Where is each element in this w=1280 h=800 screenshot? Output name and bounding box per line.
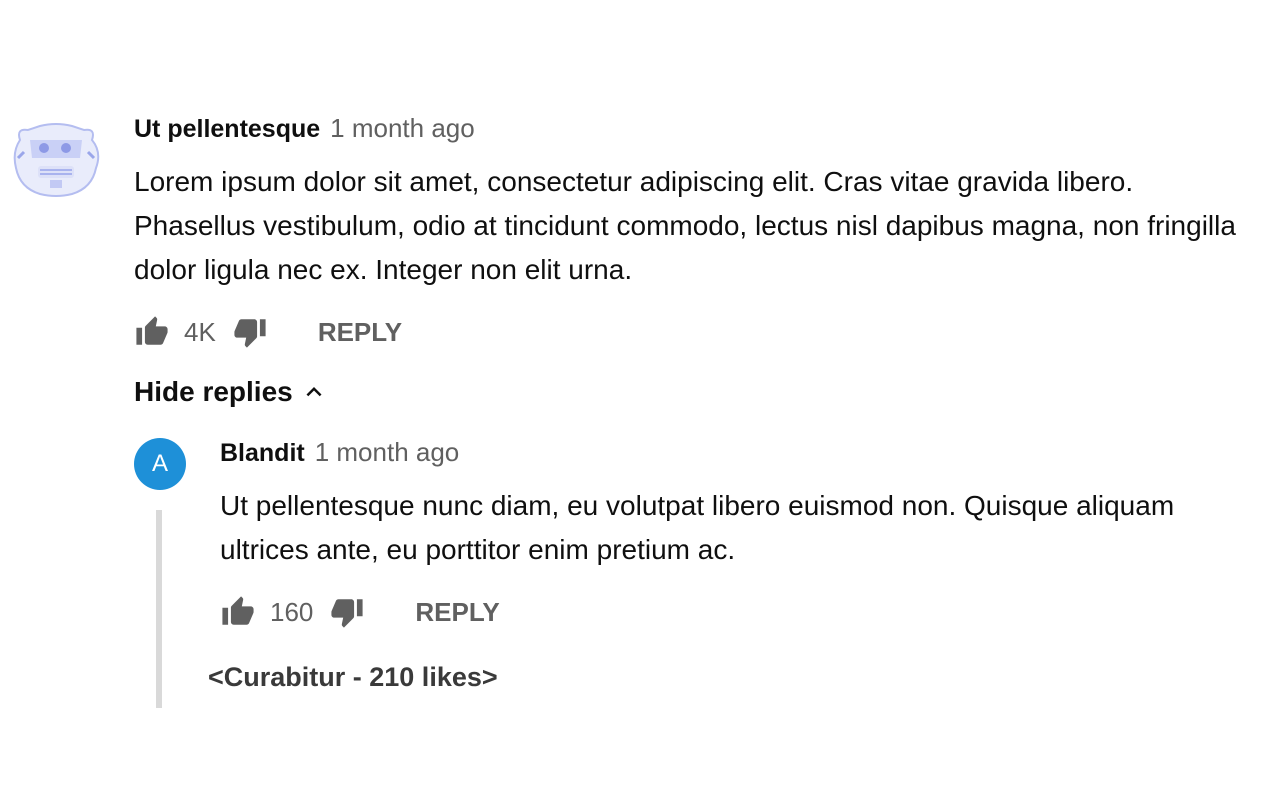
thumbs-up-icon (136, 316, 168, 345)
robot-avatar-icon (13, 123, 100, 197)
comment-text: Lorem ipsum dolor sit amet, consectetur … (134, 166, 1236, 285)
reply-actions: 160 REPLY (220, 592, 500, 632)
comment-timestamp[interactable]: 1 month ago (330, 113, 475, 144)
avatar[interactable] (10, 118, 102, 200)
reply-timestamp[interactable]: 1 month ago (315, 437, 460, 468)
comment-thread: Ut pellentesque 1 month ago Lorem ipsum … (0, 0, 1280, 800)
comment-author[interactable]: Ut pellentesque (134, 115, 320, 144)
reply-reply-button[interactable]: REPLY (415, 597, 499, 628)
dislike-button[interactable] (232, 314, 268, 350)
reply-header: Blandit 1 month ago (220, 437, 459, 471)
comment-header: Ut pellentesque 1 month ago (134, 113, 475, 147)
reply-button[interactable]: REPLY (318, 317, 402, 348)
like-button[interactable] (134, 314, 170, 350)
thumbs-down-icon (234, 319, 266, 348)
like-count: 4K (184, 316, 216, 347)
more-replies-link[interactable]: <Curabitur - 210 likes> (208, 662, 498, 693)
thumbs-down-icon (331, 599, 363, 628)
hide-replies-label: Hide replies (134, 376, 293, 407)
reply-text: Ut pellentesque nunc diam, eu volutpat l… (220, 490, 1175, 565)
thumbs-up-icon (222, 596, 254, 625)
reply-avatar[interactable]: A (134, 438, 186, 490)
reply-like-count: 160 (270, 596, 314, 627)
chevron-up-icon (299, 377, 329, 407)
reply-dislike-button[interactable] (329, 594, 365, 630)
reply-author[interactable]: Blandit (220, 439, 305, 468)
thread-line (156, 510, 162, 708)
comment-actions: 4K REPLY (134, 312, 402, 352)
hide-replies-button[interactable]: Hide replies (134, 372, 329, 412)
reply-like-button[interactable] (220, 594, 256, 630)
